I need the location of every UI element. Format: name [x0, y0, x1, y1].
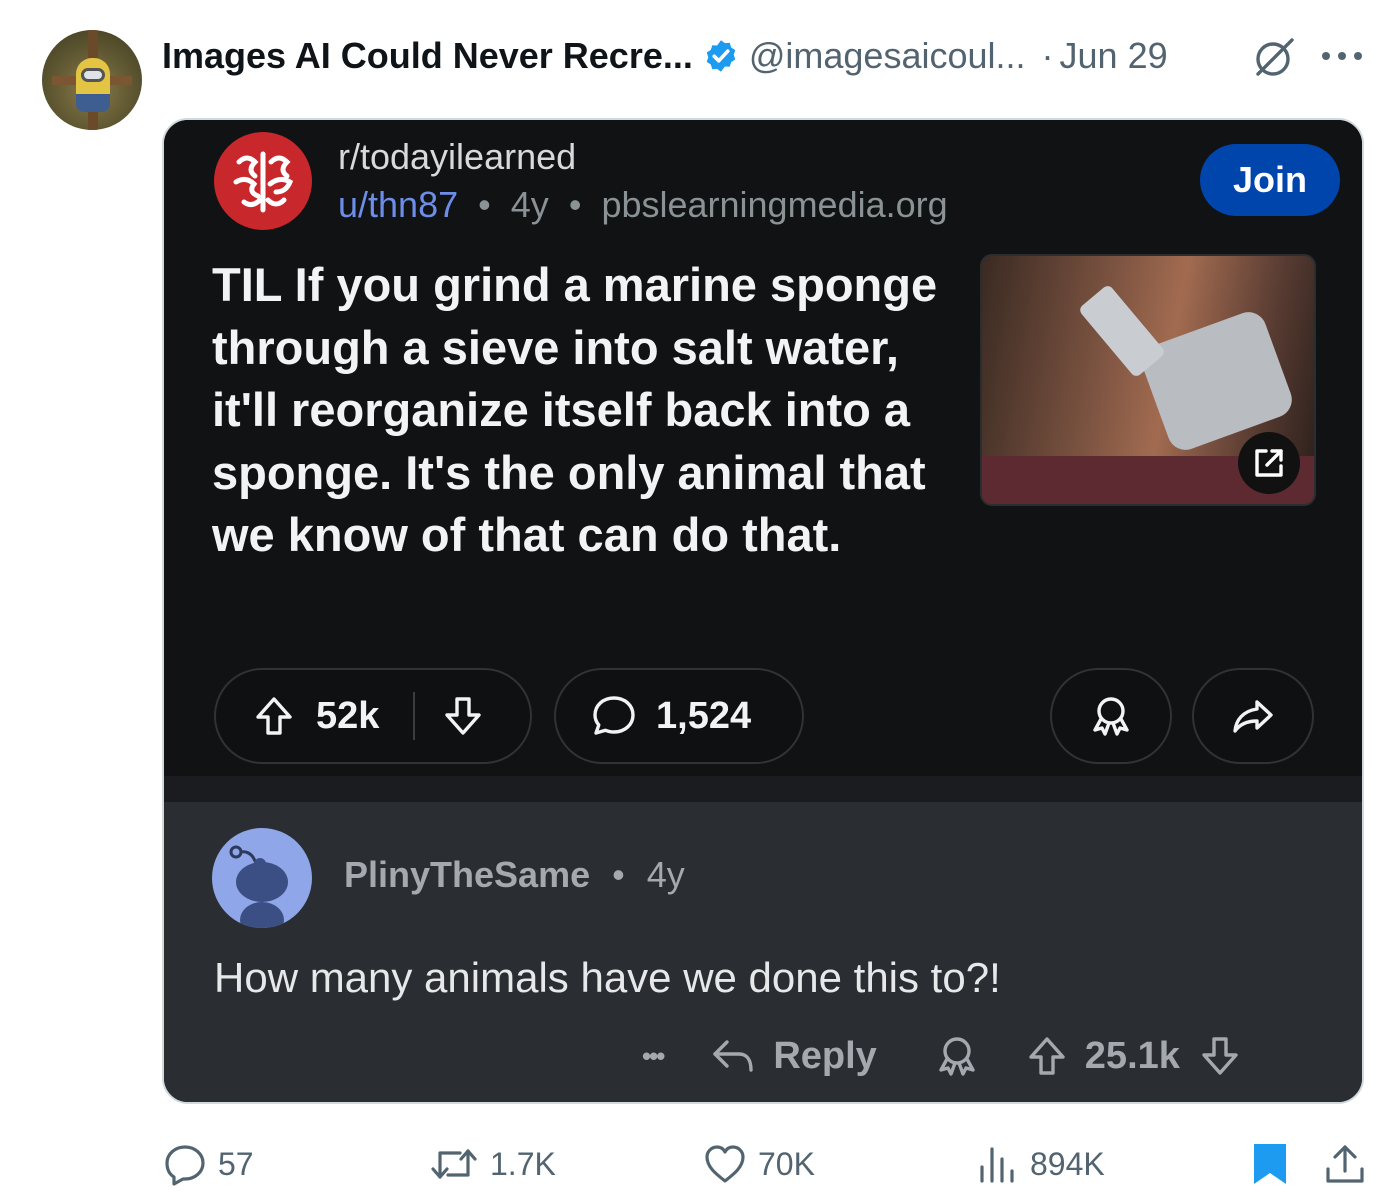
like-icon [705, 1145, 745, 1183]
reddit-post: r/todayilearned u/thn87 • 4y • pbslearni… [164, 120, 1362, 776]
downvote-icon[interactable] [437, 690, 489, 742]
comment-count: 1,524 [656, 694, 752, 737]
author-handle[interactable]: @imagesaicoul... [749, 35, 1026, 77]
embedded-reddit-image[interactable]: r/todayilearned u/thn87 • 4y • pbslearni… [162, 118, 1364, 1104]
bookmark-button[interactable] [1250, 1136, 1300, 1192]
post-title[interactable]: TIL If you grind a marine sponge through… [212, 254, 972, 567]
post-thumbnail[interactable] [980, 254, 1316, 506]
comment-age: 4y [646, 854, 685, 895]
post-meta: u/thn87 • 4y • pbslearningmedia.org [338, 184, 948, 226]
grok-icon[interactable] [1252, 34, 1298, 80]
views-icon [980, 1147, 1014, 1183]
comment-actions: ••• Reply 25.1k [642, 1028, 1246, 1084]
views-button[interactable]: 894K [974, 1136, 1105, 1192]
retweet-count: 1.7K [490, 1145, 556, 1182]
meta-separator: • [612, 854, 625, 895]
author-avatar[interactable] [42, 30, 142, 130]
views-count: 894K [1030, 1145, 1105, 1182]
verified-icon [706, 40, 736, 72]
author-name[interactable]: Images AI Could Never Recre... [162, 35, 693, 77]
post-username[interactable]: u/thn87 [338, 184, 458, 225]
external-link-icon[interactable] [1238, 432, 1300, 494]
vote-divider [413, 692, 416, 740]
commenter-avatar[interactable] [212, 828, 312, 928]
bookmark-icon [1254, 1144, 1286, 1184]
upvote-icon[interactable] [1021, 1030, 1073, 1082]
share-icon [1233, 700, 1273, 733]
award-button[interactable] [1050, 668, 1172, 764]
tweet-header: Images AI Could Never Recre... @imagesai… [162, 28, 1168, 84]
subreddit-name[interactable]: r/todayilearned [338, 136, 576, 178]
comment-score: 25.1k [1084, 1034, 1180, 1077]
comments-button[interactable]: 1,524 [554, 668, 804, 764]
award-icon [1093, 697, 1129, 736]
reply-button[interactable]: 57 [162, 1136, 254, 1192]
comment-meta: PlinyTheSame • 4y [344, 854, 685, 896]
share-button[interactable] [1192, 668, 1314, 764]
upvote-icon[interactable] [248, 690, 300, 742]
upvote-count: 52k [316, 694, 380, 737]
comment-icon [593, 696, 635, 735]
commenter-username[interactable]: PlinyTheSame [344, 854, 590, 895]
subreddit-brain-icon [214, 132, 312, 230]
join-button[interactable]: Join [1200, 144, 1340, 216]
meta-separator: • [478, 184, 491, 225]
comment-text: How many animals have we done this to?! [214, 954, 1001, 1001]
more-icon[interactable] [1320, 44, 1364, 68]
like-count: 70K [758, 1145, 815, 1182]
comment-more-button[interactable]: ••• [642, 1041, 665, 1072]
post-domain[interactable]: pbslearningmedia.org [601, 184, 947, 225]
like-button[interactable]: 70K [702, 1136, 815, 1192]
tweet-date[interactable]: Jun 29 [1060, 35, 1168, 77]
separator: · [1041, 35, 1054, 76]
upload-icon [1326, 1145, 1364, 1183]
reply-icon [165, 1145, 205, 1186]
reply-arrow-icon[interactable] [707, 1030, 759, 1082]
retweet-button[interactable]: 1.7K [428, 1136, 556, 1192]
award-icon[interactable] [931, 1030, 983, 1082]
retweet-icon [431, 1149, 477, 1179]
vote-bar: 52k [214, 668, 532, 764]
downvote-icon[interactable] [1194, 1030, 1246, 1082]
divider [164, 776, 1362, 802]
reply-count: 57 [218, 1145, 254, 1182]
reply-button[interactable]: Reply [773, 1035, 876, 1078]
post-age: 4y [510, 184, 549, 225]
tweet-actions: 57 1.7K 70K 894K [162, 1136, 1372, 1192]
meta-separator: • [568, 184, 582, 225]
share-tweet-button[interactable] [1322, 1136, 1378, 1192]
